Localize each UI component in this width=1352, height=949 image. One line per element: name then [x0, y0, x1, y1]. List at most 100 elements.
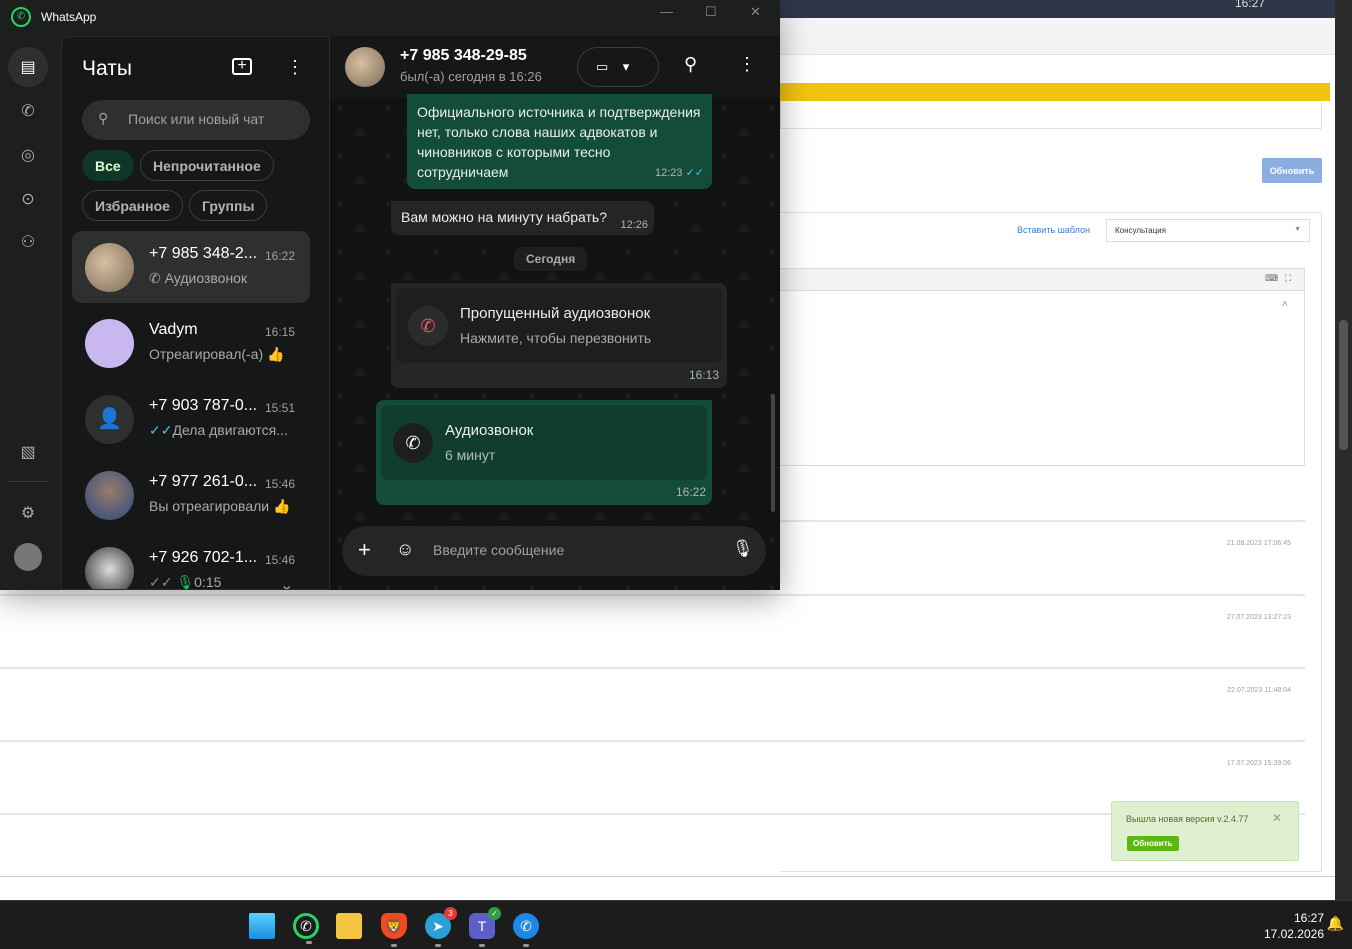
chat-name: +7 926 702-1...	[149, 549, 258, 566]
web-header-band	[780, 18, 1335, 55]
fullscreen-icon[interactable]: ⛶	[1285, 273, 1291, 284]
history-row: 22.07.2023 11:48:04	[0, 667, 1305, 740]
chat-list-panel: Чаты + ⋮ ⚲ Поиск или новый чат Все Непроч…	[61, 36, 330, 590]
minimize-button[interactable]: —	[660, 4, 673, 19]
video-call-button[interactable]: ▭ ▾	[577, 47, 659, 87]
menu-icon[interactable]: ⋮	[738, 54, 756, 75]
text-editor[interactable]: ⌨ ⛶ ˄	[780, 268, 1305, 466]
window-title: WhatsApp	[41, 10, 97, 24]
template-select[interactable]: Консультация ▼	[1106, 219, 1310, 242]
filter-unread[interactable]: Непрочитанное	[140, 150, 274, 181]
clock-time: 16:27	[1293, 911, 1324, 925]
contact-status: был(-а) сегодня в 16:26	[400, 69, 542, 84]
channels-icon[interactable]: ⊙	[8, 179, 48, 219]
template-select-value: Консультация	[1115, 226, 1166, 235]
chat-scrollbar[interactable]	[771, 394, 775, 512]
chats-icon[interactable]: ▤	[8, 47, 48, 87]
maximize-button[interactable]: ☐	[705, 4, 717, 20]
outgoing-call-icon: ✆	[393, 423, 433, 463]
chat-item[interactable]: +7 926 702-1... 15:46 ✓✓ 🎙0:15 ⌄	[72, 535, 310, 590]
web-topbar: 16:27	[780, 0, 1335, 18]
chat-item[interactable]: +7 985 348-2... 16:22 ✆ Аудиозвонок	[72, 231, 310, 303]
contact-name: +7 985 348-29-85	[400, 47, 527, 64]
insert-template-link[interactable]: Вставить шаблон	[1017, 225, 1090, 235]
chat-time: 15:46	[265, 553, 296, 567]
chat-preview: 0:15	[194, 574, 222, 590]
file-explorer-icon[interactable]	[336, 913, 362, 939]
chevron-up-icon[interactable]: ˄	[1282, 299, 1288, 310]
search-placeholder: Поиск или новый чат	[128, 111, 265, 127]
chat-preview: Отреагировал(-а) 👍	[149, 346, 285, 362]
chat-preview: Дела двигаются...	[172, 422, 288, 438]
conversation-header[interactable]: +7 985 348-29-85 был(-а) сегодня в 16:26…	[330, 36, 780, 98]
chat-item[interactable]: 👤 +7 903 787-0... 15:51 ✓✓Дела двигаются…	[72, 383, 310, 455]
notification-text: Вышла новая версия v.2.4.77	[1126, 814, 1249, 824]
message-input[interactable]: Введите сообщение	[433, 542, 564, 558]
media-icon[interactable]: ▧	[8, 432, 48, 472]
notification-update-button[interactable]: Обновить	[1127, 836, 1179, 851]
message-outgoing[interactable]: Официального источника и подтверждения н…	[407, 94, 712, 189]
notification-bell-icon[interactable]: 🔔	[1327, 915, 1344, 932]
call-message[interactable]: ✆ Аудиозвонок 6 минут 16:22	[376, 400, 712, 505]
page-scrollbar[interactable]	[1335, 0, 1352, 900]
sticker-icon[interactable]: ☺	[396, 539, 414, 560]
history-row: 17.07.2023 15:39:06	[0, 740, 1305, 813]
settings-icon[interactable]: ⚙	[8, 493, 48, 533]
chat-item[interactable]: Vadym 16:15 Отреагировал(-а) 👍	[72, 307, 310, 379]
search-icon: ⚲	[98, 110, 109, 126]
avatar	[85, 471, 134, 520]
search-icon[interactable]: ⚲	[684, 54, 697, 75]
mic-icon[interactable]: 🎙	[732, 539, 754, 559]
chat-preview: Вы отреагировали 👍	[149, 498, 291, 514]
communities-icon[interactable]: ⚇	[8, 222, 48, 262]
update-button[interactable]: Обновить	[1262, 158, 1322, 183]
keyboard-icon[interactable]: ⌨	[1265, 273, 1278, 284]
chat-time: 15:51	[265, 401, 296, 415]
search-input[interactable]: ⚲ Поиск или новый чат	[82, 100, 310, 140]
double-check-icon: ✓✓	[149, 574, 177, 590]
whatsapp-logo-icon: ✆	[11, 7, 31, 27]
divider	[0, 876, 1335, 877]
message-incoming[interactable]: Вам можно на минуту набрать? 12:26	[391, 201, 654, 235]
teams-icon[interactable]: T ✓	[469, 907, 501, 947]
whatsapp-taskbar-icon[interactable]: ✆	[293, 913, 319, 944]
avatar	[85, 547, 134, 589]
chevron-down-icon[interactable]: ⌄	[280, 575, 293, 589]
chat-item[interactable]: +7 977 261-0... 15:46 Вы отреагировали 👍	[72, 459, 310, 531]
yellow-banner	[780, 83, 1330, 101]
filter-favorites[interactable]: Избранное	[82, 190, 183, 221]
contact-avatar[interactable]	[345, 47, 385, 87]
new-chat-icon[interactable]: +	[232, 58, 252, 75]
telegram-badge: 3	[444, 907, 457, 920]
double-check-icon: ✓✓	[685, 167, 704, 179]
chevron-down-icon: ▼	[1294, 226, 1301, 233]
chat-name: +7 903 787-0...	[149, 397, 258, 414]
windows-start-icon[interactable]	[249, 913, 275, 939]
mic-icon: 🎙	[176, 574, 195, 590]
filter-groups[interactable]: Группы	[189, 190, 268, 221]
missed-call-icon: ✆	[408, 306, 448, 346]
close-window-button[interactable]: ✕	[750, 4, 761, 20]
profile-avatar[interactable]	[8, 537, 48, 577]
missed-call-message[interactable]: ✆ Пропущенный аудиозвонок Нажмите, чтобы…	[391, 283, 727, 388]
row-date: 17.07.2023 15:39:06	[1226, 760, 1291, 767]
attach-plus-icon[interactable]: +	[358, 537, 371, 563]
chat-time: 16:15	[265, 325, 296, 339]
system-clock[interactable]: 16:27 17.02.2026	[1264, 910, 1324, 942]
update-notification: Вышла новая версия v.2.4.77 ✕ Обновить	[1111, 801, 1299, 861]
chat-time: 15:46	[265, 477, 296, 491]
banner-box	[780, 101, 1322, 129]
status-icon[interactable]: ◎	[8, 135, 48, 175]
message-composer[interactable]: + ☺ Введите сообщение 🎙	[342, 526, 766, 576]
call-icon: ✆	[149, 270, 165, 286]
calls-icon[interactable]: ✆	[8, 91, 48, 131]
message-text: Вам можно на минуту набрать?	[401, 209, 608, 225]
filter-all[interactable]: Все	[82, 150, 134, 181]
menu-icon[interactable]: ⋮	[286, 57, 304, 78]
avatar	[85, 243, 134, 292]
close-icon[interactable]: ✕	[1272, 811, 1282, 825]
brave-icon[interactable]: 🦁	[381, 913, 407, 947]
avatar	[85, 319, 134, 368]
phone-app-icon[interactable]: ✆	[513, 913, 539, 947]
telegram-icon[interactable]: ➤ 3	[425, 907, 457, 947]
